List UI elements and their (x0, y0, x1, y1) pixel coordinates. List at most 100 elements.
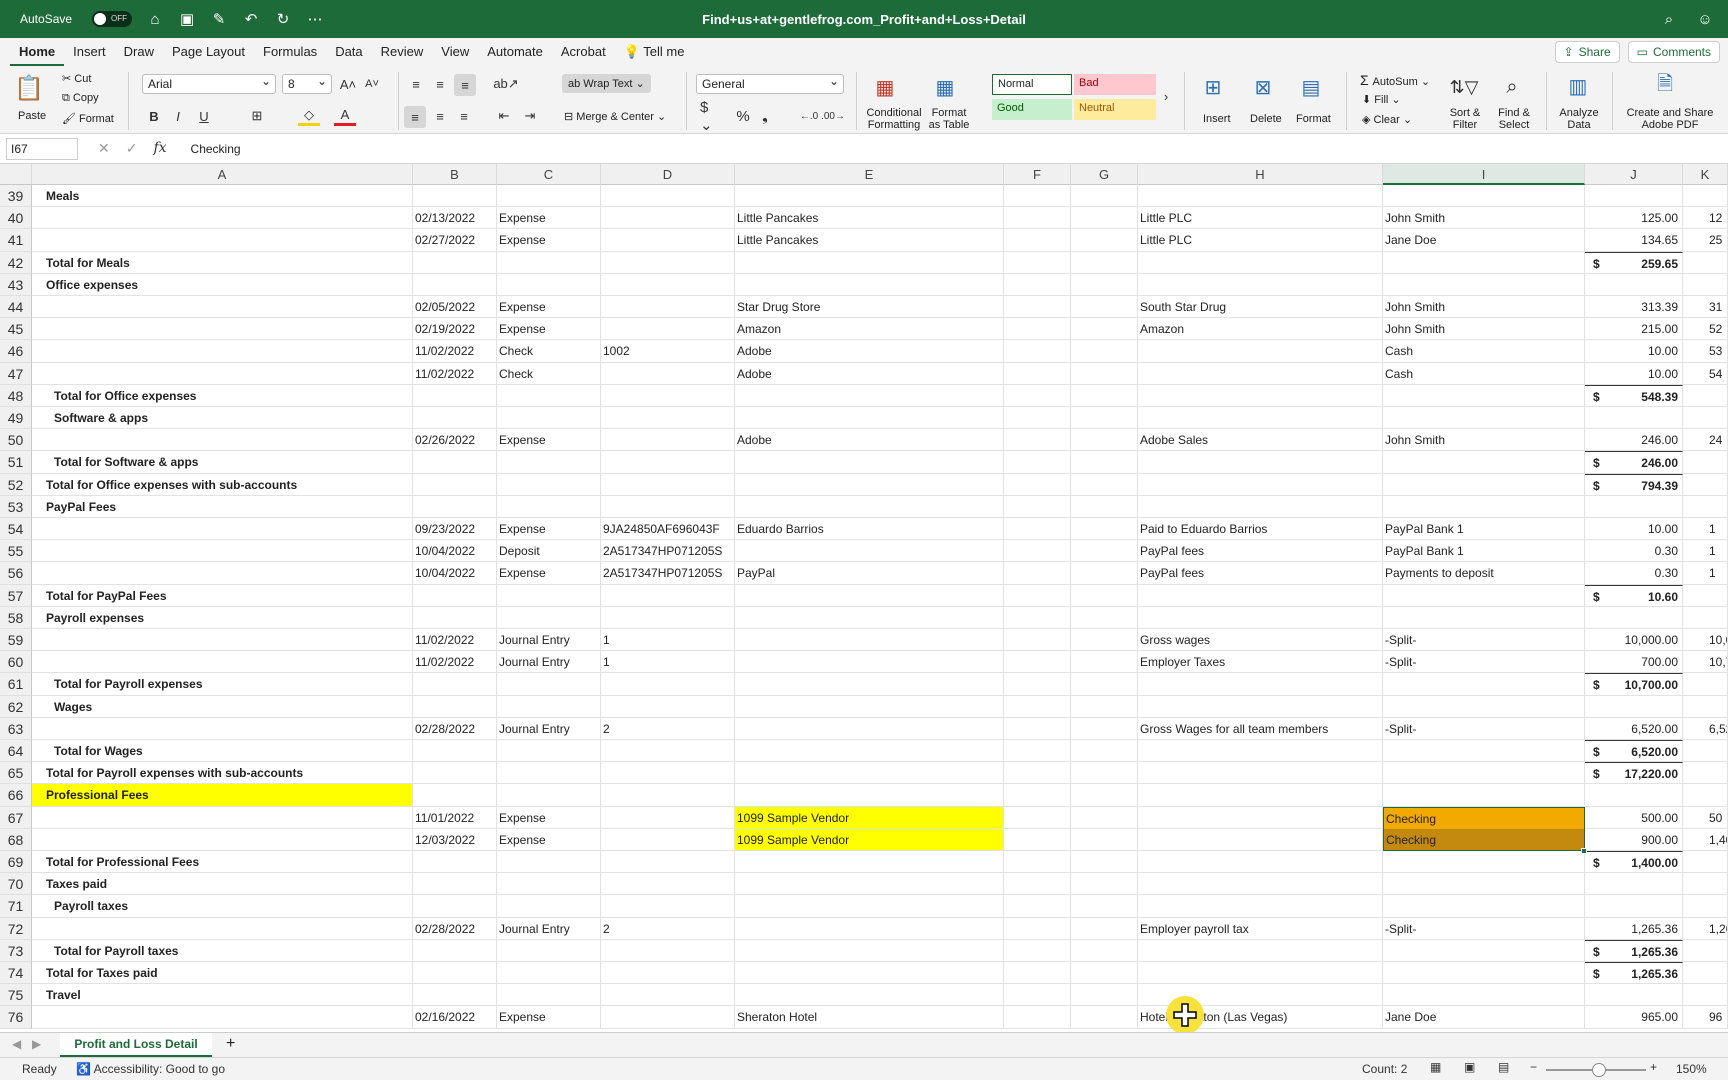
row-header[interactable]: 63 (0, 717, 32, 740)
cell-e[interactable] (735, 451, 1004, 474)
cell-k[interactable] (1683, 895, 1728, 918)
cell-i[interactable] (1383, 273, 1585, 296)
cell-d[interactable] (601, 740, 735, 763)
tab-insert[interactable]: Insert (64, 38, 115, 66)
find-select-icon[interactable]: ⌕ (1496, 72, 1528, 102)
cell-h[interactable]: PayPal fees (1138, 540, 1383, 563)
cell-c[interactable] (497, 895, 601, 918)
row-header[interactable]: 60 (0, 651, 32, 674)
cell-j[interactable]: $10.60 (1585, 584, 1683, 607)
style-normal[interactable]: Normal (992, 74, 1072, 95)
cell-c[interactable]: Deposit (497, 540, 601, 563)
comments-button[interactable]: ▭ Comments (1627, 41, 1720, 63)
sort-filter-button[interactable]: Sort & Filter (1446, 107, 1484, 131)
cell-i[interactable]: -Split- (1383, 651, 1585, 674)
cell-c[interactable]: Expense (497, 828, 601, 851)
cell-a[interactable] (32, 296, 413, 319)
cell-b[interactable] (413, 984, 497, 1007)
next-sheet-icon[interactable]: ▶ (32, 1037, 41, 1051)
cell-a[interactable]: PayPal Fees (32, 495, 413, 518)
cell-j[interactable]: 1,265.36 (1585, 917, 1683, 940)
cell-i[interactable] (1383, 584, 1585, 607)
cell-c[interactable]: Check (497, 340, 601, 363)
column-header-e[interactable]: E (735, 164, 1004, 185)
cell-g[interactable] (1071, 362, 1138, 385)
cell-k[interactable] (1683, 939, 1728, 962)
conditional-formatting-button[interactable]: Conditional Formatting (866, 107, 922, 131)
cell-f[interactable] (1004, 762, 1071, 785)
cell-j[interactable] (1585, 495, 1683, 518)
cell-i[interactable]: -Split- (1383, 717, 1585, 740)
cell-k[interactable] (1683, 962, 1728, 985)
cell-j[interactable]: 134.65 (1585, 229, 1683, 252)
cell-g[interactable] (1071, 251, 1138, 274)
cell-k[interactable]: 24 (1683, 429, 1728, 452)
insert-cells-icon[interactable]: ⊞ (1196, 72, 1230, 102)
cell-k[interactable] (1683, 673, 1728, 696)
cell-f[interactable] (1004, 296, 1071, 319)
cell-i[interactable] (1383, 851, 1585, 874)
column-header-d[interactable]: D (601, 164, 735, 185)
cell-b[interactable] (413, 673, 497, 696)
cell-j[interactable]: 10.00 (1585, 340, 1683, 363)
cell-a[interactable]: Total for Office expenses with sub-accou… (32, 473, 413, 496)
cell-h[interactable]: PayPal fees (1138, 562, 1383, 585)
cell-i[interactable] (1383, 873, 1585, 896)
cell-c[interactable] (497, 584, 601, 607)
tab-automate[interactable]: Automate (478, 38, 552, 66)
cell-c[interactable] (497, 939, 601, 962)
cell-f[interactable] (1004, 318, 1071, 341)
cell-i[interactable] (1383, 762, 1585, 785)
cell-d[interactable] (601, 673, 735, 696)
cell-h[interactable]: Little PLC (1138, 207, 1383, 230)
function-icon[interactable]: fx (153, 140, 166, 157)
cell-d[interactable] (601, 362, 735, 385)
cell-c[interactable]: Journal Entry (497, 651, 601, 674)
cell-f[interactable] (1004, 451, 1071, 474)
tell-me[interactable]: 💡 Tell me (615, 38, 694, 66)
cell-b[interactable]: 09/23/2022 (413, 518, 497, 541)
cell-h[interactable] (1138, 828, 1383, 851)
cell-f[interactable] (1004, 606, 1071, 629)
cell-c[interactable] (497, 740, 601, 763)
cell-g[interactable] (1071, 1006, 1138, 1029)
cell-f[interactable] (1004, 717, 1071, 740)
cell-k[interactable]: 52 (1683, 318, 1728, 341)
cell-a[interactable]: Total for Professional Fees (32, 851, 413, 874)
prev-sheet-icon[interactable]: ◀ (12, 1037, 21, 1051)
save-icon[interactable]: ▣ (178, 10, 196, 28)
cell-g[interactable] (1071, 384, 1138, 407)
row-header[interactable]: 47 (0, 362, 32, 385)
cell-e[interactable] (735, 673, 1004, 696)
align-bottom-icon[interactable]: ≡ (454, 74, 476, 96)
cell-d[interactable] (601, 318, 735, 341)
borders-icon[interactable]: ⊞ (246, 106, 268, 126)
row-header[interactable]: 75 (0, 984, 32, 1007)
cell-c[interactable] (497, 185, 601, 208)
cell-c[interactable]: Check (497, 362, 601, 385)
cell-c[interactable] (497, 407, 601, 430)
cell-i[interactable]: PayPal Bank 1 (1383, 518, 1585, 541)
cell-d[interactable] (601, 584, 735, 607)
cell-b[interactable] (413, 185, 497, 208)
cell-d[interactable] (601, 495, 735, 518)
cell-f[interactable] (1004, 185, 1071, 208)
cell-j[interactable]: 900.00 (1585, 828, 1683, 851)
cell-f[interactable] (1004, 1006, 1071, 1029)
sort-filter-icon[interactable]: ⇅▽ (1446, 72, 1482, 102)
row-header[interactable]: 48 (0, 384, 32, 407)
cell-d[interactable] (601, 939, 735, 962)
cell-h[interactable] (1138, 784, 1383, 807)
currency-icon[interactable]: $ ⌄ (700, 99, 722, 134)
cell-h[interactable] (1138, 473, 1383, 496)
cell-h[interactable]: Adobe Sales (1138, 429, 1383, 452)
cell-j[interactable]: 0.30 (1585, 540, 1683, 563)
cell-h[interactable] (1138, 606, 1383, 629)
cell-k[interactable] (1683, 873, 1728, 896)
cell-h[interactable] (1138, 362, 1383, 385)
cell-a[interactable] (32, 806, 413, 829)
cell-g[interactable] (1071, 495, 1138, 518)
delete-cells-button[interactable]: Delete (1250, 113, 1282, 125)
cell-g[interactable] (1071, 784, 1138, 807)
cell-a[interactable] (32, 429, 413, 452)
